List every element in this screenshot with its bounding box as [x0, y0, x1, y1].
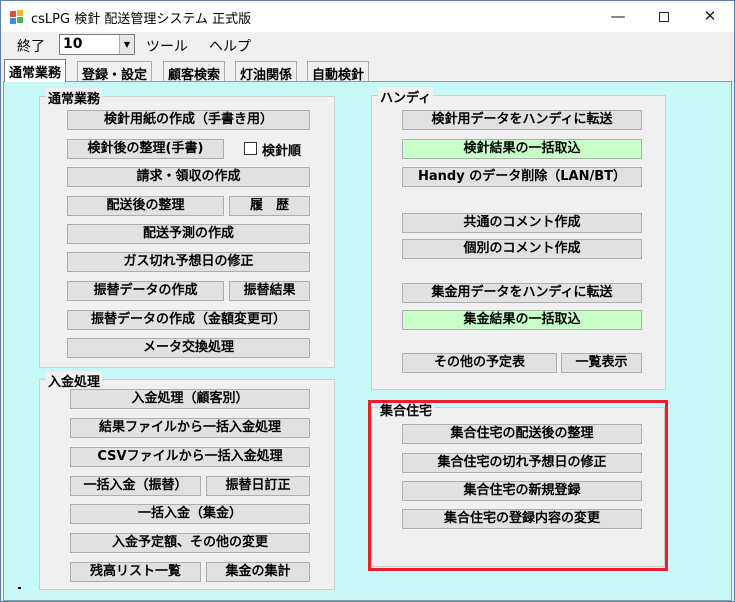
tab-page-normal-work: 通常業務 検針用紙の作成（手書き用） 検針後の整理(手書) 検針順 請求・領収の… — [3, 81, 732, 601]
minimize-icon: — — [610, 7, 626, 25]
bulk-collection-deposit-button[interactable]: 一括入金（集金） — [70, 504, 310, 524]
scheduled-amount-button[interactable]: 入金予定額、その他の変更 — [70, 533, 310, 553]
deposit-group: 入金処理 入金処理（顧客別） 結果ファイルから一括入金処理 CSVファイルから一… — [39, 371, 335, 590]
history-button[interactable]: 履 歴 — [229, 196, 310, 216]
transfer-date-fix-button[interactable]: 振替日訂正 — [206, 476, 310, 496]
tab-strip: 通常業務 登録・設定 顧客検索 灯油関係 自動検針 — [1, 59, 734, 83]
tab-normal-work[interactable]: 通常業務 — [4, 59, 67, 82]
transfer-collection-data-button[interactable]: 集金用データをハンディに転送 — [402, 283, 642, 303]
menu-tools[interactable]: ツール — [146, 36, 188, 56]
common-comment-button[interactable]: 共通のコメント作成 — [402, 213, 642, 233]
bulk-transfer-deposit-button[interactable]: 一括入金（振替） — [70, 476, 201, 496]
tab-auto-meter[interactable]: 自動検針 — [307, 61, 370, 83]
individual-comment-button[interactable]: 個別のコメント作成 — [402, 239, 642, 259]
transfer-result-button[interactable]: 振替結果 — [229, 281, 310, 301]
list-view-button[interactable]: 一覧表示 — [561, 353, 642, 373]
tab-customer-search[interactable]: 顧客検索 — [163, 61, 226, 83]
maximize-icon — [659, 11, 669, 22]
gas-out-fix-button[interactable]: ガス切れ予想日の修正 — [67, 252, 310, 272]
deposit-by-customer-button[interactable]: 入金処理（顧客別） — [70, 389, 310, 409]
window-title: csLPG 検針 配送管理システム 正式版 — [31, 12, 252, 27]
balance-list-button[interactable]: 残高リスト一覧 — [70, 562, 201, 582]
count-combo[interactable]: 10 ▼ — [59, 34, 135, 55]
meter-exchange-button[interactable]: メータ交換処理 — [67, 338, 310, 358]
handy-group: ハンディ 検針用データをハンディに転送 検針結果の一括取込 Handy のデータ… — [371, 87, 666, 390]
tab-kerosene[interactable]: 灯油関係 — [235, 61, 298, 83]
count-combo-value: 10 — [63, 36, 83, 52]
tab-registration[interactable]: 登録・設定 — [77, 61, 153, 83]
close-icon: ✕ — [703, 7, 717, 25]
collection-total-button[interactable]: 集金の集計 — [206, 562, 310, 582]
transfer-meter-data-button[interactable]: 検針用データをハンディに転送 — [402, 110, 642, 130]
meter-order-checkbox[interactable] — [244, 142, 257, 155]
billing-button[interactable]: 請求・領収の作成 — [67, 167, 310, 187]
main-window: csLPG 検針 配送管理システム 正式版 — ✕ 終了 10 ▼ ツール ヘル… — [0, 0, 735, 602]
delete-handy-data-button[interactable]: Handy のデータ削除（LAN/BT） — [402, 167, 642, 187]
maximize-button[interactable] — [641, 1, 687, 32]
minimize-button[interactable]: — — [595, 1, 641, 32]
import-meter-results-button[interactable]: 検針結果の一括取込 — [402, 139, 642, 159]
close-button[interactable]: ✕ — [687, 1, 733, 32]
post-delivery-button[interactable]: 配送後の整理 — [67, 196, 224, 216]
import-collection-results-button[interactable]: 集金結果の一括取込 — [402, 310, 642, 330]
title-bar[interactable]: csLPG 検針 配送管理システム 正式版 — ✕ — [1, 1, 734, 32]
status-mark — [18, 587, 21, 589]
handy-group-title: ハンディ — [378, 87, 434, 106]
meter-sheet-button[interactable]: 検針用紙の作成（手書き用） — [67, 110, 310, 130]
annotation-frame — [368, 400, 668, 571]
deposit-from-result-file-button[interactable]: 結果ファイルから一括入金処理 — [70, 418, 310, 438]
transfer-data-button[interactable]: 振替データの作成 — [67, 281, 224, 301]
transfer-data-amount-button[interactable]: 振替データの作成（金額変更可） — [67, 310, 310, 330]
chevron-down-icon[interactable]: ▼ — [119, 35, 134, 54]
menu-bar: 終了 10 ▼ ツール ヘルプ — [1, 32, 734, 58]
deposit-group-title: 入金処理 — [46, 371, 103, 390]
menu-exit[interactable]: 終了 — [17, 36, 45, 56]
delivery-forecast-button[interactable]: 配送予測の作成 — [67, 224, 310, 244]
normal-work-group: 通常業務 検針用紙の作成（手書き用） 検針後の整理(手書) 検針順 請求・領収の… — [39, 88, 335, 368]
post-meter-button[interactable]: 検針後の整理(手書) — [67, 139, 224, 159]
app-icon — [9, 9, 25, 25]
normal-work-group-title: 通常業務 — [46, 88, 103, 107]
meter-order-label: 検針順 — [262, 144, 302, 159]
menu-help[interactable]: ヘルプ — [209, 36, 251, 56]
deposit-from-csv-button[interactable]: CSVファイルから一括入金処理 — [70, 447, 310, 467]
other-schedule-button[interactable]: その他の予定表 — [402, 353, 557, 373]
